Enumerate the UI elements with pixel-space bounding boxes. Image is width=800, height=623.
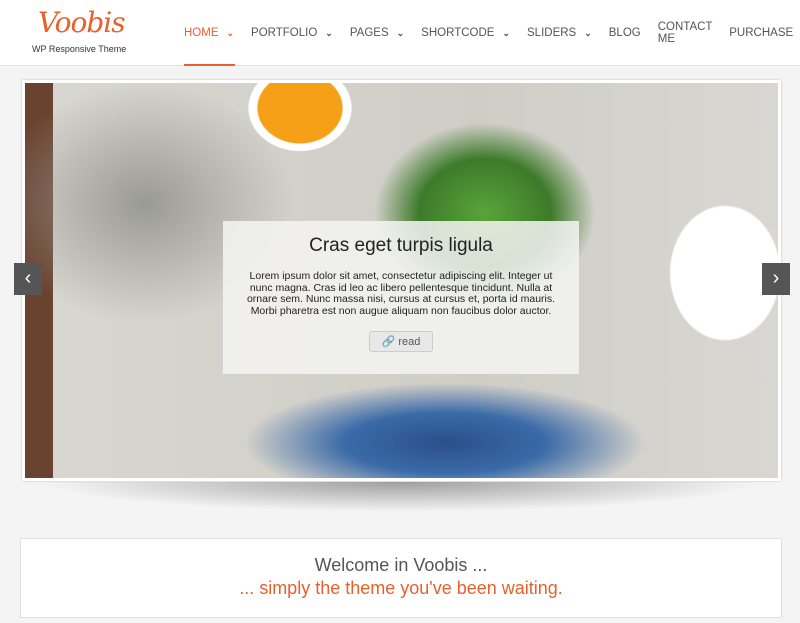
welcome-heading: Welcome in Voobis ... (314, 555, 488, 575)
welcome-box: Welcome in Voobis ... ... simply the the… (20, 538, 782, 618)
nav-label: HOME (184, 27, 219, 39)
nav-label: PURCHASE (729, 27, 794, 39)
chevron-down-icon: ⌄ (325, 27, 333, 38)
tagline: WP Responsive Theme (32, 44, 127, 54)
welcome-subheading: ... simply the theme you've been waiting… (239, 578, 563, 598)
chevron-down-icon: ⌄ (502, 27, 510, 38)
nav-blog[interactable]: BLOG (609, 26, 641, 40)
nav-label: PAGES (349, 27, 389, 39)
nav-shortcode[interactable]: SHORTCODE ⌄ (421, 26, 510, 40)
main-nav: HOME ⌄ PORTFOLIO ⌄ PAGES ⌄ SHORTCODE ⌄ SLIDE… (184, 21, 800, 45)
read-button[interactable]: 🔗 read (368, 331, 434, 352)
slide-text: Lorem ipsum dolor sit amet, consectetur … (246, 270, 556, 317)
nav-pages[interactable]: PAGES ⌄ (350, 26, 404, 40)
slider-prev-button[interactable]: ‹ (14, 263, 42, 295)
chevron-down-icon: ⌄ (584, 27, 592, 38)
link-icon: 🔗 (381, 336, 396, 348)
nav-portfolio[interactable]: PORTFOLIO ⌄ (251, 26, 333, 40)
active-indicator (184, 64, 235, 66)
slider-next-button[interactable]: › (762, 263, 790, 295)
nav-label: SLIDERS (527, 27, 577, 39)
logo[interactable]: Voobis (38, 6, 126, 39)
nav-label: SHORTCODE (421, 27, 495, 39)
nav-purchase[interactable]: PURCHASE (729, 26, 793, 40)
slide-caption: Cras eget turpis ligula Lorem ipsum dolo… (223, 221, 579, 374)
read-label: read (398, 336, 421, 348)
nav-home[interactable]: HOME ⌄ (184, 26, 234, 40)
nav-label: BLOG (608, 27, 641, 39)
hero-slider: Cras eget turpis ligula Lorem ipsum dolo… (22, 80, 781, 481)
nav-contact[interactable]: CONTACT ME (658, 21, 713, 45)
nav-label: PORTFOLIO (251, 27, 318, 39)
slide-title: Cras eget turpis ligula (309, 235, 493, 256)
chevron-down-icon: ⌄ (226, 27, 235, 38)
header: Voobis WP Responsive Theme HOME ⌄ PORTFOL… (0, 0, 800, 66)
slider-shadow (40, 482, 760, 512)
nav-sliders[interactable]: SLIDERS ⌄ (527, 26, 592, 40)
chevron-down-icon: ⌄ (396, 27, 405, 38)
nav-label: CONTACT ME (657, 21, 713, 45)
